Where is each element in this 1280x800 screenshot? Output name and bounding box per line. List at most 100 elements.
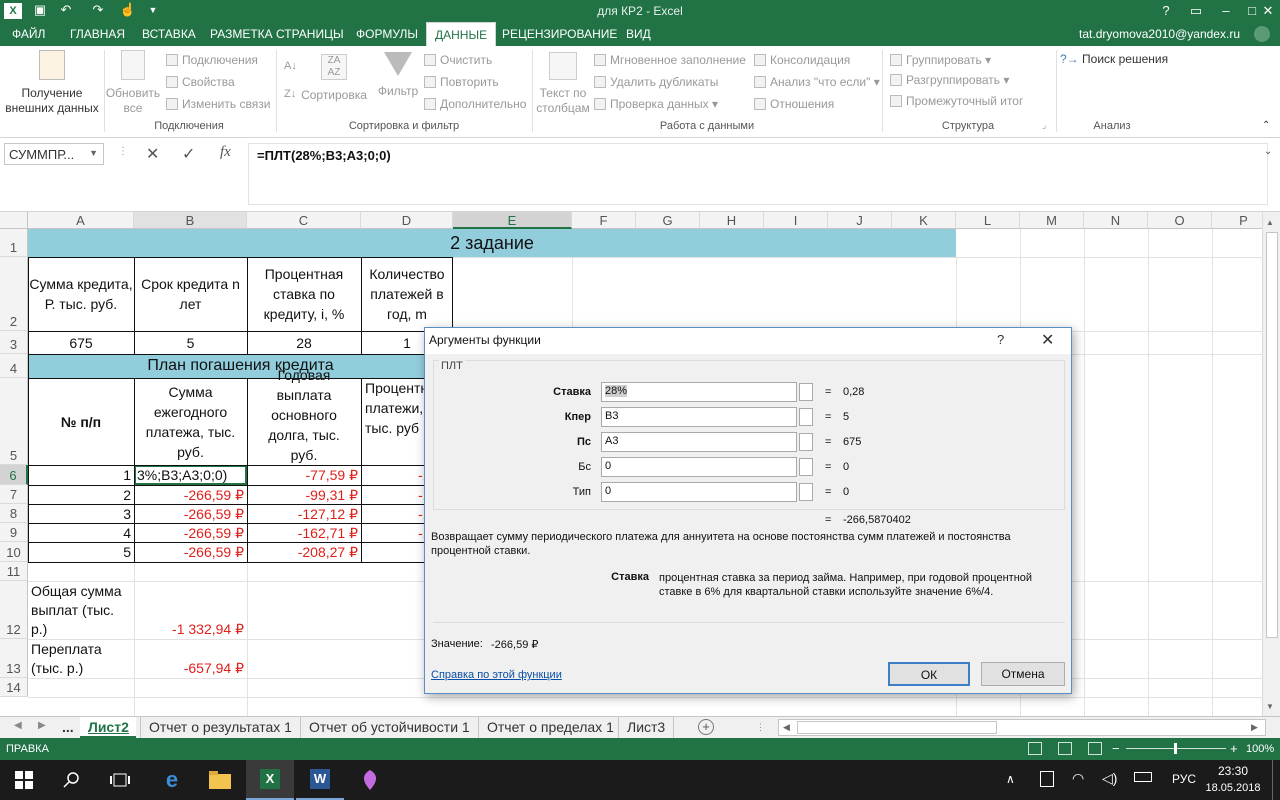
name-box-dropdown-icon[interactable]: ▼ [89, 148, 98, 158]
column-header-n[interactable]: N [1084, 212, 1148, 229]
row-header-3[interactable]: 3 [0, 331, 28, 354]
battery-icon[interactable] [1134, 772, 1152, 782]
function-help-link[interactable]: Справка по этой функции [431, 669, 562, 681]
group-button[interactable]: Группировать ▾ [890, 53, 991, 67]
sheet-tab-limits[interactable]: Отчет о пределах 1 [478, 717, 622, 738]
expand-formula-bar-icon[interactable]: ⌄ [1264, 146, 1272, 157]
tab-home[interactable]: ГЛАВНАЯ [62, 22, 133, 46]
clock-date[interactable]: 18.05.2018 [1200, 782, 1266, 794]
windows-start-icon[interactable] [0, 760, 48, 800]
scroll-right-icon[interactable]: ▶ [1251, 722, 1258, 733]
row-header-10[interactable]: 10 [0, 542, 28, 562]
formula-input[interactable]: =ПЛТ(28%;B3;A3;0;0) [248, 143, 1268, 205]
cell-b9[interactable]: -266,59 ₽ [134, 523, 247, 542]
word-taskbar-icon[interactable]: W [296, 760, 344, 800]
flash-fill-button[interactable]: Мгновенное заполнение [594, 53, 746, 67]
row-header-6[interactable]: 6 [0, 465, 28, 485]
row-header-13[interactable]: 13 [0, 639, 28, 678]
sheet-tab-list2[interactable]: Лист2 [80, 717, 136, 738]
row-header-14[interactable]: 14 [0, 678, 28, 697]
tab-review[interactable]: РЕЦЕНЗИРОВАНИЕ [494, 22, 625, 46]
horizontal-scrollbar[interactable]: ◀ ▶ [778, 719, 1266, 736]
sort-az-icon[interactable]: A↓ [284, 60, 297, 72]
cell-a3[interactable]: 675 [28, 331, 134, 354]
solver-button[interactable]: ?→ Поиск решения [1060, 52, 1168, 66]
filter-button[interactable]: Фильтр [372, 52, 424, 99]
row-header-1[interactable]: 1 [0, 229, 28, 257]
data-validation-button[interactable]: Проверка данных ▾ [594, 97, 718, 111]
vertical-scrollbar[interactable]: ▲ ▼ [1262, 212, 1280, 716]
edge-browser-icon[interactable]: e [148, 760, 196, 800]
row-header-2[interactable]: 2 [0, 257, 28, 331]
cell-a6[interactable]: 1 [28, 465, 134, 485]
remove-duplicates-button[interactable]: Удалить дубликаты [594, 75, 718, 89]
cell-d2[interactable]: Количество платежей в год, m [361, 257, 453, 331]
row-header-11[interactable]: 11 [0, 562, 28, 581]
tab-data[interactable]: ДАННЫЕ [426, 22, 497, 46]
connections-button[interactable]: Подключения [166, 53, 258, 67]
reapply-button[interactable]: Повторить [424, 75, 499, 89]
enter-formula-icon[interactable]: ✓ [182, 144, 195, 164]
sheet-tab-more[interactable]: ... [54, 717, 82, 738]
cell-a13[interactable]: Переплата (тыс. р.) [28, 639, 134, 678]
text-to-columns-button[interactable]: Текст по столбцам [534, 52, 592, 116]
edit-links-button[interactable]: Изменить связи [166, 97, 270, 111]
zoom-level[interactable]: 100% [1246, 743, 1274, 755]
sort-za-icon[interactable]: Z↓ [284, 88, 296, 100]
arg-input-pv[interactable]: A3 [601, 432, 797, 452]
column-header-c[interactable]: C [247, 212, 361, 229]
cell-a5[interactable]: № п/п [28, 378, 134, 465]
sheet-tab-list3[interactable]: Лист3 [618, 717, 675, 738]
row-header-8[interactable]: 8 [0, 504, 28, 523]
account-avatar[interactable] [1254, 26, 1270, 42]
column-header-o[interactable]: O [1148, 212, 1212, 229]
input-language[interactable]: РУС [1172, 772, 1196, 786]
zoom-slider-thumb[interactable] [1174, 743, 1177, 754]
cell-c5[interactable]: Годовая выплата основного долга, тыс. ру… [247, 368, 361, 465]
clock-time[interactable]: 23:30 [1206, 764, 1260, 778]
ribbon-display-button[interactable]: ▭ [1180, 0, 1212, 22]
cell-b6-editing[interactable]: 3%;B3;A3;0;0) [134, 465, 247, 485]
excel-taskbar-icon[interactable]: X [246, 760, 294, 800]
advanced-button[interactable]: Дополнительно [424, 97, 526, 111]
column-header-i[interactable]: I [764, 212, 828, 229]
column-header-a[interactable]: A [28, 212, 134, 229]
task-view-icon[interactable] [96, 760, 144, 800]
select-all-corner[interactable] [0, 212, 28, 229]
tab-page-layout[interactable]: РАЗМЕТКА СТРАНИЦЫ [202, 22, 352, 46]
consolidate-button[interactable]: Консолидация [754, 53, 850, 67]
collapse-dialog-type-icon[interactable] [799, 483, 813, 501]
cell-b3[interactable]: 5 [134, 331, 247, 354]
normal-view-icon[interactable] [1028, 742, 1042, 755]
sheet-tab-sensitivity[interactable]: Отчет об устойчивости 1 [300, 717, 478, 738]
cell-b8[interactable]: -266,59 ₽ [134, 504, 247, 523]
cell-c2[interactable]: Процентная ставка по кредиту, i, % [247, 257, 361, 331]
arg-input-rate[interactable]: 28% [601, 382, 797, 402]
insert-function-icon[interactable]: fx [220, 144, 231, 161]
collapse-dialog-rate-icon[interactable] [799, 383, 813, 401]
volume-icon[interactable]: ◁) [1102, 770, 1117, 787]
next-sheet-icon[interactable]: ▶ [38, 720, 46, 731]
subtotal-button[interactable]: Промежуточный итог [890, 94, 1023, 108]
zoom-in-icon[interactable]: + [1230, 741, 1238, 756]
cancel-button[interactable]: Отмена [981, 662, 1065, 686]
paint3d-taskbar-icon[interactable] [346, 760, 394, 800]
refresh-all-button[interactable]: Обновить все [104, 50, 162, 116]
dialog-help-icon[interactable]: ? [997, 332, 1004, 347]
collapse-dialog-fv-icon[interactable] [799, 458, 813, 476]
account-name[interactable]: tat.dryomova2010@yandex.ru [1079, 22, 1240, 46]
collapse-dialog-pv-icon[interactable] [799, 433, 813, 451]
add-sheet-icon[interactable]: + [698, 719, 714, 735]
get-external-data-button[interactable]: Получение внешних данных [0, 50, 104, 116]
vertical-scroll-thumb[interactable] [1266, 232, 1278, 638]
relationships-button[interactable]: Отношения [754, 97, 834, 111]
column-header-b[interactable]: B [134, 212, 247, 229]
column-header-m[interactable]: M [1020, 212, 1084, 229]
tab-file[interactable]: ФАЙЛ [4, 22, 53, 46]
cell-a7[interactable]: 2 [28, 485, 134, 504]
dialog-close-icon[interactable]: ✕ [1041, 330, 1054, 350]
row-header-7[interactable]: 7 [0, 485, 28, 504]
wifi-icon[interactable]: ◠ [1072, 770, 1084, 787]
cell-b10[interactable]: -266,59 ₽ [134, 542, 247, 562]
sort-button[interactable]: ZA AZ Сортировка [298, 54, 370, 103]
